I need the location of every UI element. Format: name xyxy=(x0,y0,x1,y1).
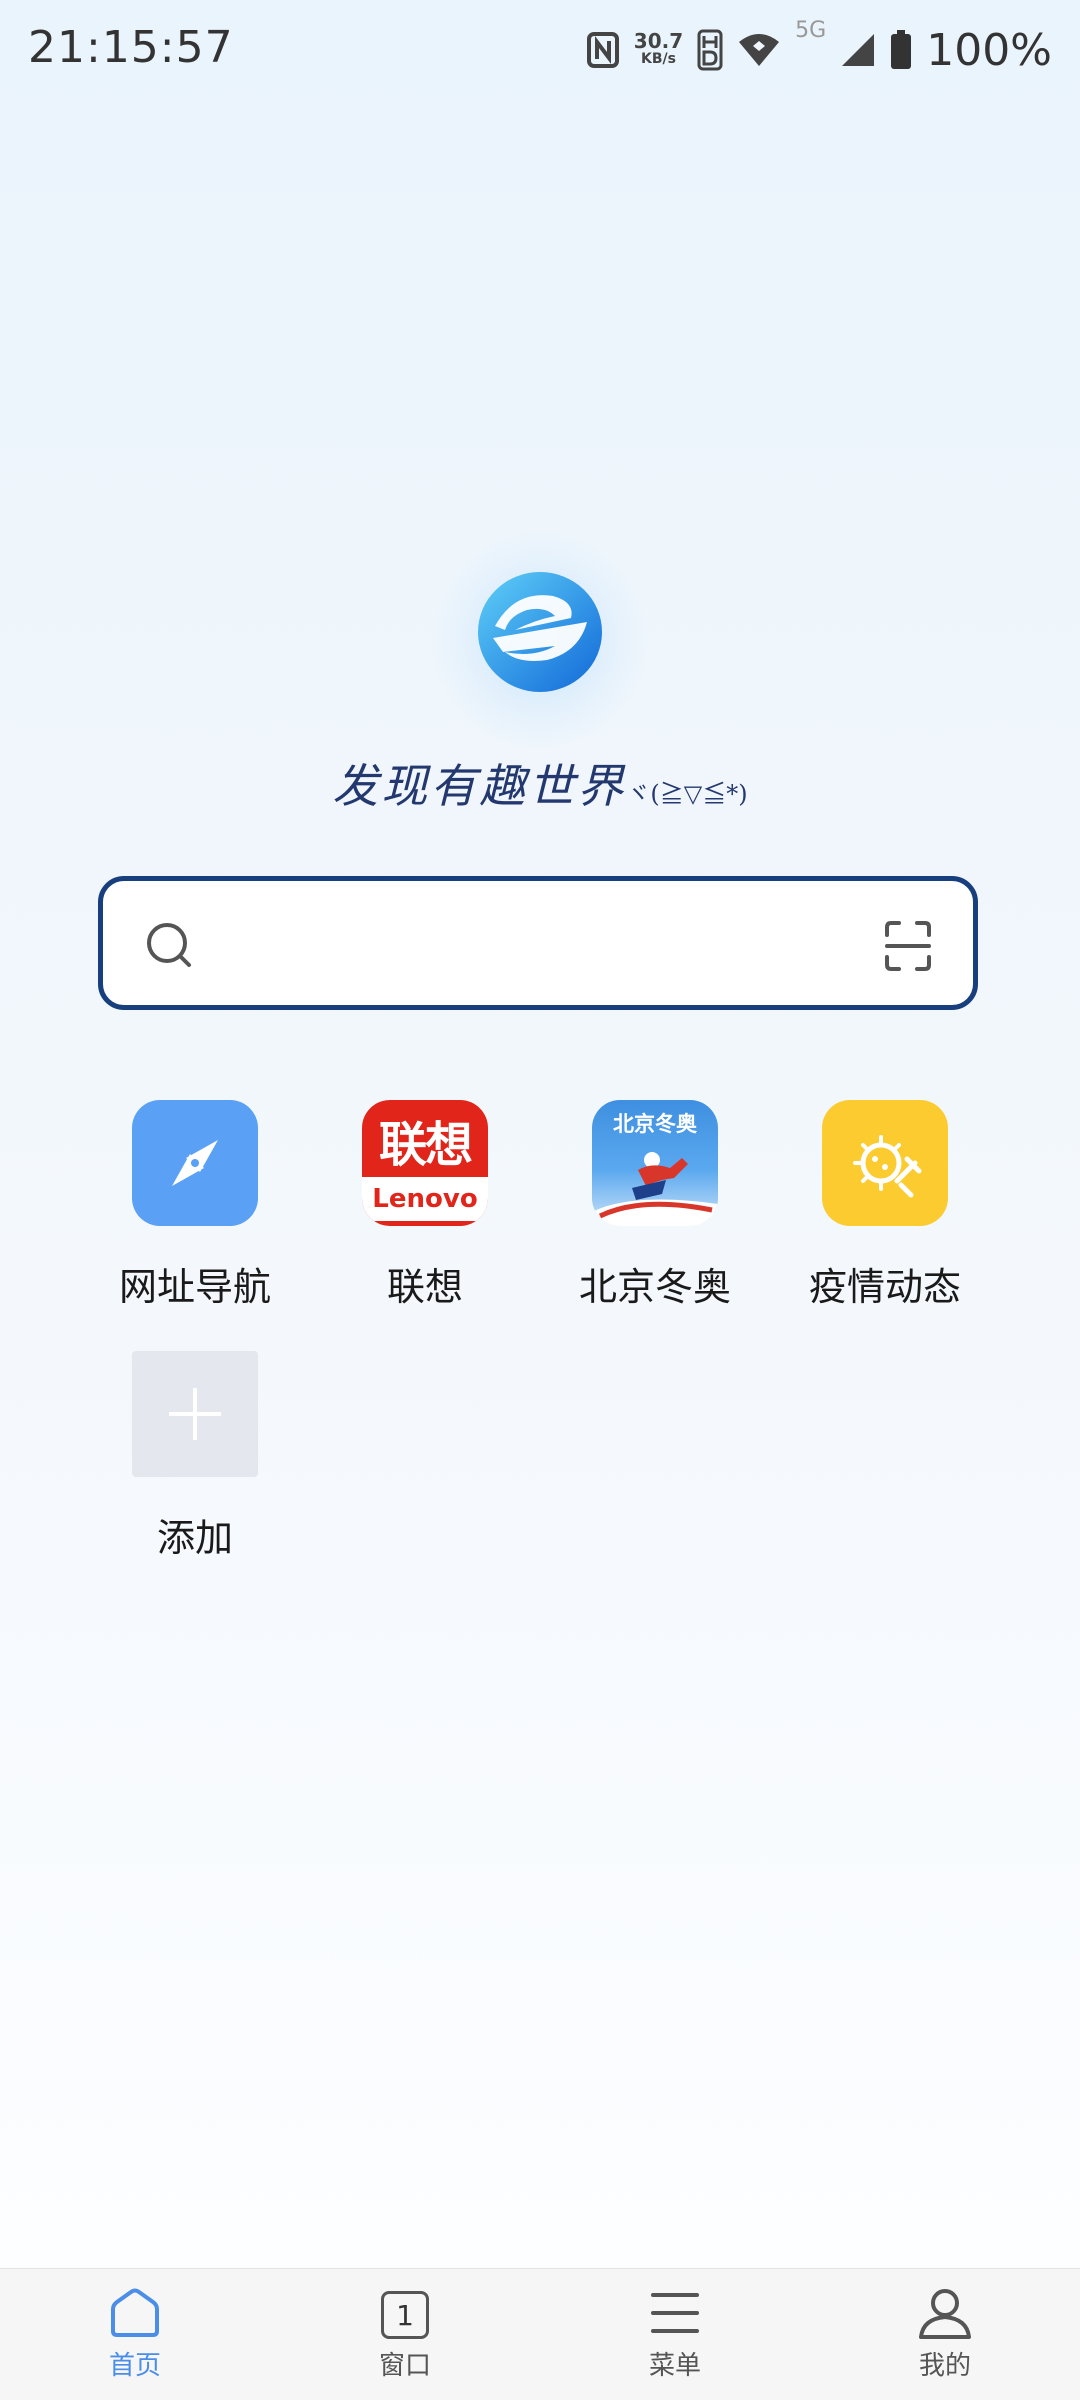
user-icon xyxy=(919,2289,971,2339)
shortcut-web-nav[interactable]: 网址导航 xyxy=(80,1100,310,1311)
shortcut-label: 疫情动态 xyxy=(808,1265,961,1309)
nav-profile[interactable]: 我的 xyxy=(810,2269,1080,2400)
lenovo-logo-en: Lenovo xyxy=(362,1177,488,1221)
battery-percent: 100% xyxy=(926,24,1052,76)
slogan-text: 发现有趣世界 xyxy=(332,759,627,813)
nav-label: 首页 xyxy=(108,2351,161,2381)
browser-e-icon xyxy=(478,572,602,692)
network-speed-unit: KB/s xyxy=(640,51,676,67)
virus-icon xyxy=(822,1100,948,1226)
search-icon xyxy=(147,923,191,967)
network-speed: 30.7 KB/s xyxy=(633,29,684,68)
nav-label: 我的 xyxy=(918,2351,971,2381)
search-input[interactable] xyxy=(213,911,837,977)
search-box[interactable] xyxy=(98,876,978,1010)
nav-windows[interactable]: 1 窗口 xyxy=(270,2269,540,2400)
battery-icon xyxy=(891,30,912,69)
slogan: 发现有趣世界ヾ(≧▽≦*) xyxy=(0,750,1080,816)
signal-icon xyxy=(842,34,875,66)
shortcut-label: 添加 xyxy=(156,1516,233,1560)
lenovo-logo: 联想 Lenovo xyxy=(362,1100,488,1226)
shortcut-add[interactable]: 添加 xyxy=(80,1351,310,1562)
home-icon xyxy=(111,2288,159,2337)
hd-icon xyxy=(697,29,723,71)
plus-icon xyxy=(132,1351,258,1477)
status-icons: 30.7 KB/s 5G 100% xyxy=(586,18,1052,78)
shortcut-grid: 网址导航 联想 Lenovo 联想 北京冬奥 北京冬奥 疫情动态 添加 xyxy=(80,1100,1000,1562)
slogan-emoticon: ヾ(≧▽≦*) xyxy=(626,780,748,808)
lenovo-logo-cn: 联想 xyxy=(378,1117,473,1173)
nav-menu[interactable]: 菜单 xyxy=(540,2269,810,2400)
nav-label: 菜单 xyxy=(648,2351,701,2381)
compass-icon xyxy=(132,1100,258,1226)
shortcut-label: 北京冬奥 xyxy=(578,1265,731,1309)
nav-label: 窗口 xyxy=(378,2351,431,2381)
network-speed-value: 30.7 xyxy=(633,29,684,53)
scan-icon[interactable] xyxy=(883,919,933,973)
status-time: 21:15:57 xyxy=(28,22,234,73)
status-bar: 21:15:57 30.7 KB/s 5G 100% xyxy=(0,0,1080,100)
shortcut-lenovo[interactable]: 联想 Lenovo 联想 xyxy=(310,1100,540,1311)
window-icon: 1 xyxy=(381,2291,429,2339)
browser-logo xyxy=(430,530,650,750)
shortcut-label: 网址导航 xyxy=(118,1265,271,1309)
nfc-icon xyxy=(586,32,619,68)
beijing-olympics-icon: 北京冬奥 xyxy=(592,1100,718,1226)
nav-home[interactable]: 首页 xyxy=(0,2269,270,2400)
menu-icon xyxy=(651,2293,699,2333)
network-type: 5G xyxy=(795,18,827,43)
wifi-icon xyxy=(739,34,780,66)
shortcut-beijing-olympics[interactable]: 北京冬奥 北京冬奥 xyxy=(540,1100,770,1311)
shortcut-covid-news[interactable]: 疫情动态 xyxy=(770,1100,1000,1311)
shortcut-label: 联想 xyxy=(386,1265,463,1309)
bottom-nav: 首页 1 窗口 菜单 我的 xyxy=(0,2268,1080,2400)
